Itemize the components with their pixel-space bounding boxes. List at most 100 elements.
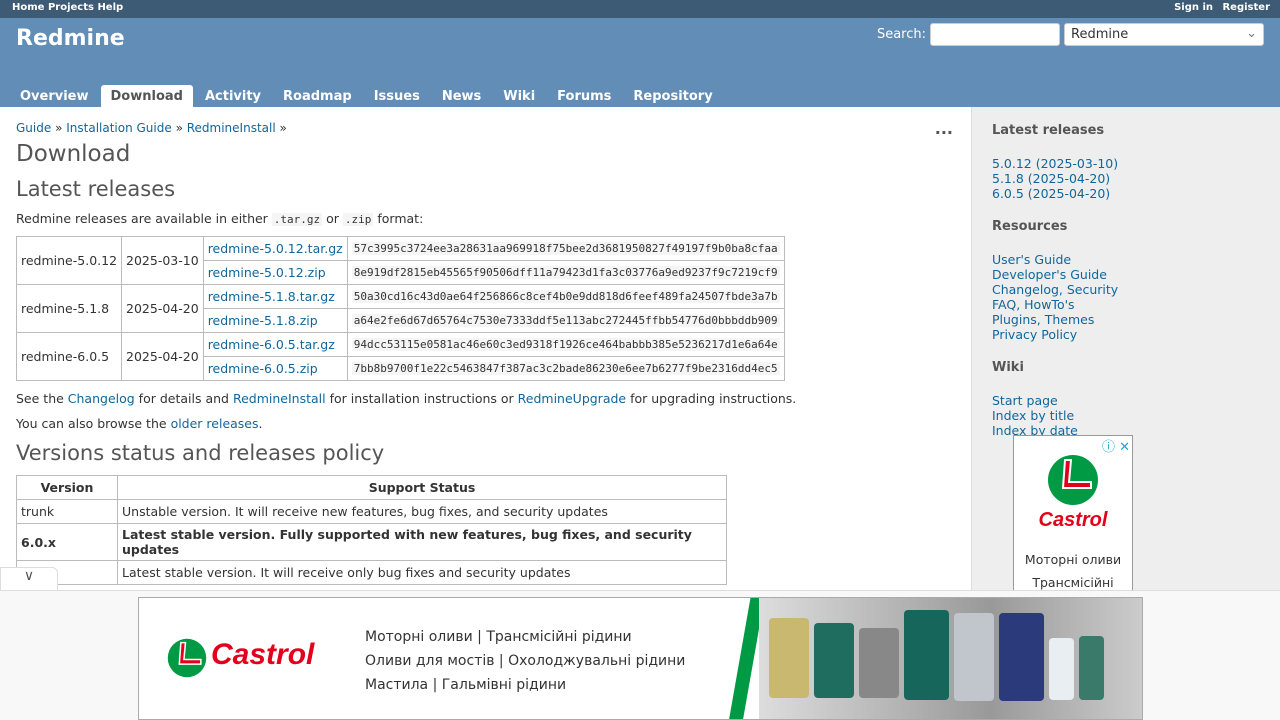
policy-row: 6.0.x Latest stable version. Fully suppor… [16,523,727,561]
release-row: redmine-5.1.8 2025-04-20 redmine-5.1.8.tar… [15,284,785,333]
ad-line: Оливи для мостів | Охолоджувальні рідини [365,653,686,669]
sidebar-link[interactable]: Start page [992,393,1058,408]
checksum: 8e919df2815eb45565f90506dff11a79423d1fa3… [346,260,785,285]
tab-overview[interactable]: Overview [10,85,99,107]
text: for upgrading instructions. [626,391,797,406]
sidebar-link[interactable]: FAQ, HowTo's [992,297,1075,312]
status-cell: Unstable version. It will receive new fe… [117,499,727,524]
more-actions-icon[interactable]: ··· [935,123,953,142]
policy-row: Latest stable version. It will receive o… [16,560,727,585]
product-bottles-image [759,598,1142,719]
tab-issues[interactable]: Issues [364,85,430,107]
text: You can also browse the [16,416,171,431]
text: for installation instructions or [325,391,518,406]
collapse-ad-button[interactable]: ∨ [0,567,58,591]
text: See the [16,391,68,406]
status-cell: Latest stable version. Fully supported w… [117,523,727,561]
checksum: 94dcc53115e0581ac46e60c3ed9318f1926ce464… [346,332,785,357]
top-menu: Home Projects Help Sign in Register [0,0,1280,18]
tab-download[interactable]: Download [100,85,193,107]
status-cell: Latest stable version. It will receive o… [117,560,727,585]
tab-news[interactable]: News [432,85,491,107]
release-name: redmine-6.0.5 [15,332,123,381]
intro-part: format: [373,211,424,226]
redmineinstall-link[interactable]: RedmineInstall [233,391,326,406]
tab-forums[interactable]: Forums [547,85,621,107]
sidebar-link[interactable]: 5.1.8 (2025-04-20) [992,171,1110,186]
breadcrumb-guide[interactable]: Guide [16,121,51,135]
checksum: 50a30cd16c43d0ae64f256866c8cef4b0e9dd818… [346,284,785,309]
sidebar-link[interactable]: 6.0.5 (2025-04-20) [992,186,1110,201]
ad-line: Моторні оливи [1024,552,1122,567]
sidebar-wiki-heading: Wiki [992,360,1024,375]
sidebar-link[interactable]: 5.0.12 (2025-03-10) [992,156,1118,171]
help-link[interactable]: Help [97,2,123,13]
checksum-value: 8e919df2815eb45565f90506dff11a79423d1fa3… [351,266,780,279]
tab-wiki[interactable]: Wiki [493,85,545,107]
release-date: 2025-04-20 [121,284,204,333]
download-link[interactable]: redmine-6.0.5.tar.gz [208,337,335,352]
ad-close-icon[interactable]: ⓘ ✕ [1102,436,1130,455]
tab-repository[interactable]: Repository [623,85,722,107]
sign-in-link[interactable]: Sign in [1174,2,1213,13]
main-tabs: Overview Download Activity Roadmap Issue… [10,85,725,107]
sidebar-link[interactable]: Privacy Policy [992,327,1077,342]
sidebar-link[interactable]: Developer's Guide [992,267,1107,282]
checksum: 7bb8b9700f1e22c5463847f387ac3c2bade86230… [346,356,785,381]
file-cell: redmine-6.0.5.zip [202,356,348,381]
release-name: redmine-5.1.8 [15,284,123,333]
castrol-brand: Castrol [211,638,315,671]
version-cell: 6.0.x [16,523,118,561]
see-also-text: See the Changelog for details and Redmin… [16,391,955,406]
home-link[interactable]: Home [12,2,44,13]
checksum: a64e2fe6d67d65764c7530e7333ddf5e113abc27… [346,308,785,333]
download-link[interactable]: redmine-6.0.5.zip [208,361,318,376]
targz-code: .tar.gz [271,213,323,226]
projects-link[interactable]: Projects [48,2,94,13]
download-link[interactable]: redmine-5.1.8.tar.gz [208,289,335,304]
tab-activity[interactable]: Activity [195,85,271,107]
sidebar-link[interactable]: Changelog, Security [992,282,1118,297]
castrol-brand: Castrol [1038,509,1108,531]
breadcrumb-redmineinstall[interactable]: RedmineInstall [187,121,276,135]
tab-roadmap[interactable]: Roadmap [273,85,362,107]
sidebar-link[interactable]: User's Guide [992,252,1071,267]
sidebar-link[interactable]: Plugins, Themes [992,312,1094,327]
search-label: Search: [876,27,926,42]
breadcrumb-installation-guide[interactable]: Installation Guide [66,121,172,135]
checksum-value: 7bb8b9700f1e22c5463847f387ac3c2bade86230… [351,362,780,375]
ad-line: Трансмісійні [1032,575,1114,590]
release-date: 2025-03-10 [121,236,204,285]
register-link[interactable]: Register [1222,2,1270,13]
release-date: 2025-04-20 [121,332,204,381]
sidebar-link[interactable]: Index by title [992,408,1074,423]
search-input[interactable] [930,23,1060,46]
castrol-logo-icon [167,638,207,678]
releases-table: redmine-5.0.12 2025-03-10 redmine-5.0.12.t… [15,236,785,381]
intro-text: Redmine releases are available in either… [16,211,955,226]
browse-text: You can also browse the older releases. [16,416,955,431]
redmineupgrade-link[interactable]: RedmineUpgrade [518,391,626,406]
policy-heading: Versions status and releases policy [16,441,385,465]
sidebar-ad[interactable]: ⓘ ✕ Castrol Моторні оливи Трансмісійні [1013,435,1133,595]
release-name: redmine-5.0.12 [15,236,123,285]
latest-releases-heading: Latest releases [16,177,176,201]
header: Redmine Search: Redmine ⌄ Overview Downlo… [0,18,1280,107]
intro-part: Redmine releases are available in either [16,211,272,226]
bottom-ad[interactable]: ⓘ ✕ Castrol Моторні оливи | Трансмісійні… [138,597,1143,720]
release-row: redmine-5.0.12 2025-03-10 redmine-5.0.12.t… [15,236,785,285]
sidebar-resources-heading: Resources [992,219,1068,234]
file-cell: redmine-6.0.5.tar.gz [202,332,348,357]
chevron-down-icon: ⌄ [1246,26,1257,41]
older-releases-link[interactable]: older releases [171,416,259,431]
chevron-down-icon: ∨ [23,568,35,584]
ad-line: Моторні оливи | Трансмісійні рідини [365,629,632,645]
project-select[interactable]: Redmine ⌄ [1064,23,1264,46]
changelog-link[interactable]: Changelog [68,391,135,406]
download-link[interactable]: redmine-5.0.12.tar.gz [208,241,343,256]
intro-part: or [322,211,343,226]
project-select-value: Redmine [1071,27,1129,42]
download-link[interactable]: redmine-5.0.12.zip [208,265,326,280]
download-link[interactable]: redmine-5.1.8.zip [208,313,318,328]
search-area: Search: Redmine ⌄ [877,23,1264,46]
